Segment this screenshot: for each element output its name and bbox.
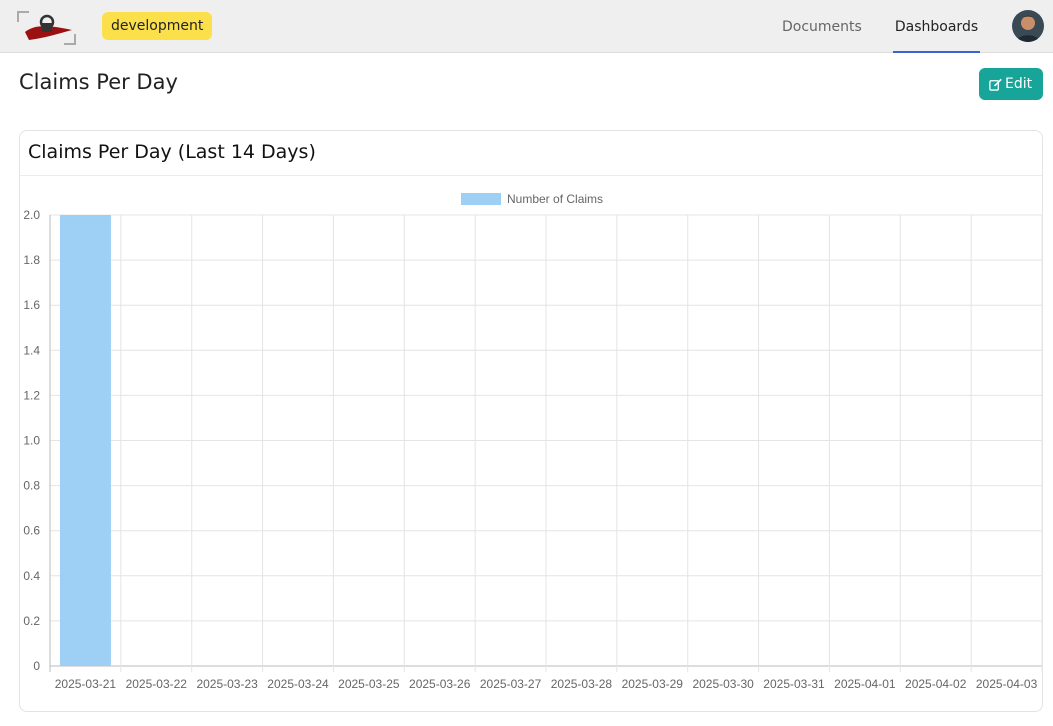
- x-tick-label: 2025-03-25: [338, 677, 400, 691]
- x-tick-label: 2025-03-28: [551, 677, 613, 691]
- x-tick-label: 2025-03-24: [267, 677, 329, 691]
- x-tick-label: 2025-03-31: [763, 677, 825, 691]
- y-tick-label: 0.4: [23, 569, 40, 583]
- chart-card: Claims Per Day (Last 14 Days) 0 0.2 0.4 0.6…: [19, 130, 1043, 712]
- x-tick-label: 2025-04-01: [834, 677, 896, 691]
- y-tick-label: 1.0: [23, 434, 40, 448]
- x-tick-label: 2025-04-03: [976, 677, 1038, 691]
- x-tick-label: 2025-04-02: [905, 677, 967, 691]
- environment-badge: development: [102, 12, 213, 40]
- y-tick-label: 1.2: [23, 388, 40, 402]
- x-tick-label: 2025-03-22: [126, 677, 188, 691]
- legend-label: Number of Claims: [507, 192, 603, 206]
- y-tick-label: 2.0: [23, 208, 40, 222]
- y-tick-label: 1.8: [23, 253, 40, 267]
- edit-icon: [989, 78, 1002, 91]
- nav-dashboards[interactable]: Dashboards: [893, 0, 980, 53]
- y-tick-label: 0: [33, 659, 40, 673]
- y-tick-label: 1.6: [23, 298, 40, 312]
- x-tick-label: 2025-03-26: [409, 677, 471, 691]
- x-tick-label: 2025-03-23: [196, 677, 258, 691]
- bar: [59, 215, 111, 666]
- bar-chart: 0 0.2 0.4 0.6 0.8 1.0 1.2 1.4 1.6 1.8 2.0 2025-03-2…: [23, 192, 1043, 691]
- y-tick-label: 1.4: [23, 343, 40, 357]
- edit-button[interactable]: Edit: [979, 68, 1043, 100]
- nav-documents[interactable]: Documents: [782, 0, 862, 53]
- app-logo[interactable]: [17, 10, 77, 46]
- page-title: Claims Per Day: [19, 70, 178, 94]
- y-tick-label: 0.2: [23, 614, 40, 628]
- legend-swatch: [461, 193, 501, 205]
- y-tick-label: 0.6: [23, 524, 40, 538]
- top-navbar: development Documents Dashboards: [0, 0, 1053, 53]
- x-tick-label: 2025-03-21: [55, 677, 117, 691]
- x-tick-label: 2025-03-29: [622, 677, 684, 691]
- user-avatar[interactable]: [1012, 10, 1044, 42]
- edit-button-label: Edit: [1005, 76, 1033, 92]
- x-tick-label: 2025-03-27: [480, 677, 542, 691]
- y-tick-label: 0.8: [23, 479, 40, 493]
- x-tick-label: 2025-03-30: [692, 677, 754, 691]
